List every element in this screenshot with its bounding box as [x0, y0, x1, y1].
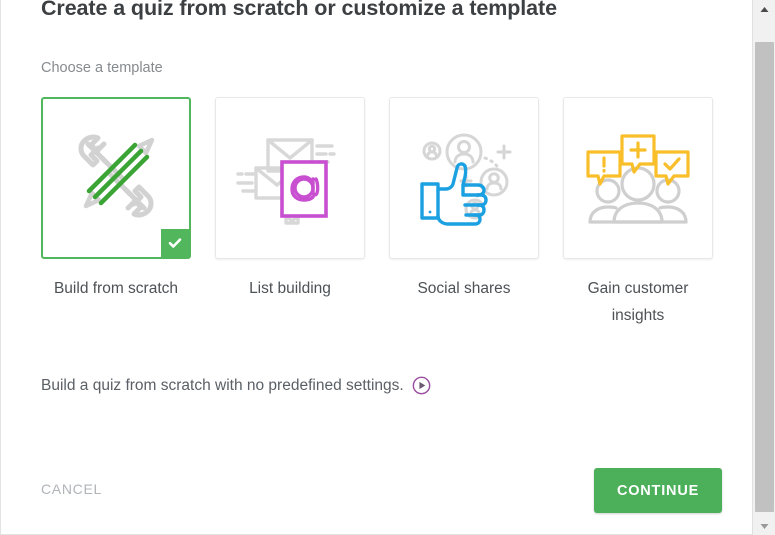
continue-button[interactable]: CONTINUE — [594, 468, 722, 513]
pencil-wrench-icon — [64, 124, 168, 233]
envelopes-address-book-icon — [234, 124, 346, 233]
template-grid: Build from scratch List building Social … — [41, 97, 721, 329]
create-quiz-dialog: Create a quiz from scratch or customize … — [0, 0, 752, 535]
template-option-gain-customer-insights[interactable]: Gain customer insights — [563, 97, 713, 329]
page-title: Create a quiz from scratch or customize … — [41, 0, 557, 20]
vertical-scrollbar[interactable] — [752, 0, 775, 535]
thumbs-up-users-icon — [408, 124, 520, 233]
people-speech-bubbles-icon — [580, 124, 696, 233]
template-option-build-from-scratch[interactable]: Build from scratch — [41, 97, 191, 329]
cancel-button[interactable]: CANCEL — [41, 481, 102, 497]
template-description: Build a quiz from scratch with no predef… — [41, 376, 431, 395]
play-circle-icon[interactable] — [412, 376, 431, 395]
template-card[interactable] — [41, 97, 191, 259]
template-label: Gain customer insights — [587, 280, 689, 324]
choose-template-label: Choose a template — [41, 60, 163, 76]
template-option-social-shares[interactable]: Social shares — [389, 97, 539, 329]
template-label: Build from scratch — [53, 280, 179, 297]
template-card[interactable] — [389, 97, 539, 259]
template-card[interactable] — [563, 97, 713, 259]
scroll-up-arrow-icon[interactable] — [753, 0, 775, 18]
scroll-down-arrow-icon[interactable] — [753, 517, 775, 535]
description-text: Build a quiz from scratch with no predef… — [41, 376, 404, 394]
template-label: Social shares — [417, 280, 511, 297]
selected-check-badge — [161, 229, 189, 257]
template-card[interactable] — [215, 97, 365, 259]
scroll-thumb[interactable] — [755, 42, 774, 512]
template-option-list-building[interactable]: List building — [215, 97, 365, 329]
template-label: List building — [249, 280, 331, 297]
